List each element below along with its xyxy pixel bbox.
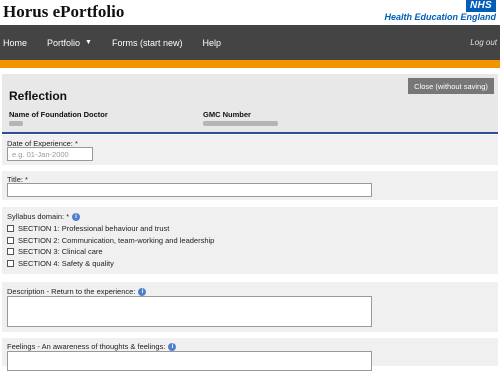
- checkbox[interactable]: [7, 225, 14, 232]
- main-navbar: Home Portfolio ▼ Forms (start new) Help L…: [0, 25, 500, 60]
- syllabus-option-label: SECTION 4: Safety & quality: [18, 259, 114, 268]
- feelings-textarea[interactable]: [7, 351, 372, 371]
- syllabus-section: Syllabus domain: * i SECTION 1: Professio…: [2, 207, 498, 274]
- nav-help-label: Help: [202, 37, 222, 48]
- nav-forms-label: Forms (start new): [111, 37, 183, 48]
- nav-help[interactable]: Help: [203, 38, 222, 48]
- date-section: Date of Experience: *: [2, 135, 498, 165]
- syllabus-option-label: SECTION 2: Communication, team-working a…: [18, 236, 215, 245]
- info-icon[interactable]: i: [168, 343, 177, 351]
- syllabus-label-text: Syllabus domain: *: [7, 212, 70, 221]
- brand-bar: Horus ePortfolio NHS Health Education En…: [0, 0, 500, 25]
- nav-home-label: Home: [3, 37, 28, 48]
- nav-forms-start-new[interactable]: Forms (start new): [112, 38, 183, 48]
- description-label-text: Description - Return to the experience:: [7, 287, 136, 296]
- redacted-doctor-name: [9, 121, 23, 126]
- syllabus-option-label: SECTION 1: Professional behaviour and tr…: [18, 224, 170, 233]
- syllabus-option-label: SECTION 3: Clinical care: [18, 247, 103, 256]
- title-input[interactable]: [7, 183, 372, 197]
- checkbox[interactable]: [7, 237, 14, 244]
- feelings-section: Feelings - An awareness of thoughts & fe…: [2, 338, 498, 371]
- description-section: Description - Return to the experience: i: [2, 282, 498, 332]
- nav-portfolio-label: Portfolio: [47, 37, 81, 48]
- nav-portfolio[interactable]: Portfolio ▼: [47, 38, 92, 48]
- date-of-experience-input[interactable]: [7, 147, 93, 161]
- doctor-name-label: Name of Foundation Doctor: [9, 110, 108, 119]
- gmc-number-label: GMC Number: [203, 110, 251, 119]
- feelings-label: Feelings - An awareness of thoughts & fe…: [7, 342, 177, 351]
- feelings-label-text: Feelings - An awareness of thoughts & fe…: [7, 342, 166, 351]
- syllabus-option-2[interactable]: SECTION 2: Communication, team-working a…: [7, 236, 214, 245]
- checkbox[interactable]: [7, 260, 14, 267]
- title-section: Title: *: [2, 171, 498, 200]
- description-textarea[interactable]: [7, 296, 372, 327]
- redacted-gmc-number: [203, 121, 278, 126]
- app-title: Horus ePortfolio: [3, 2, 125, 21]
- close-without-saving-button[interactable]: Close (without saving): [408, 78, 494, 94]
- chevron-down-icon: ▼: [85, 39, 92, 46]
- nav-home[interactable]: Home: [3, 38, 27, 48]
- logout-link[interactable]: Log out: [470, 38, 497, 47]
- accent-strip: [0, 60, 500, 68]
- info-icon[interactable]: i: [72, 213, 81, 221]
- nhs-logo: NHS: [465, 0, 496, 12]
- page-title: Reflection: [9, 89, 68, 103]
- syllabus-label: Syllabus domain: * i: [7, 212, 81, 221]
- checkbox[interactable]: [7, 248, 14, 255]
- description-label: Description - Return to the experience: i: [7, 287, 147, 296]
- syllabus-option-3[interactable]: SECTION 3: Clinical care: [7, 247, 103, 256]
- hee-brand-name: Health Education England: [384, 12, 496, 22]
- info-icon[interactable]: i: [138, 288, 147, 296]
- syllabus-option-1[interactable]: SECTION 1: Professional behaviour and tr…: [7, 224, 169, 233]
- syllabus-option-4[interactable]: SECTION 4: Safety & quality: [7, 259, 114, 268]
- form-header: Close (without saving) Reflection Name o…: [2, 74, 498, 134]
